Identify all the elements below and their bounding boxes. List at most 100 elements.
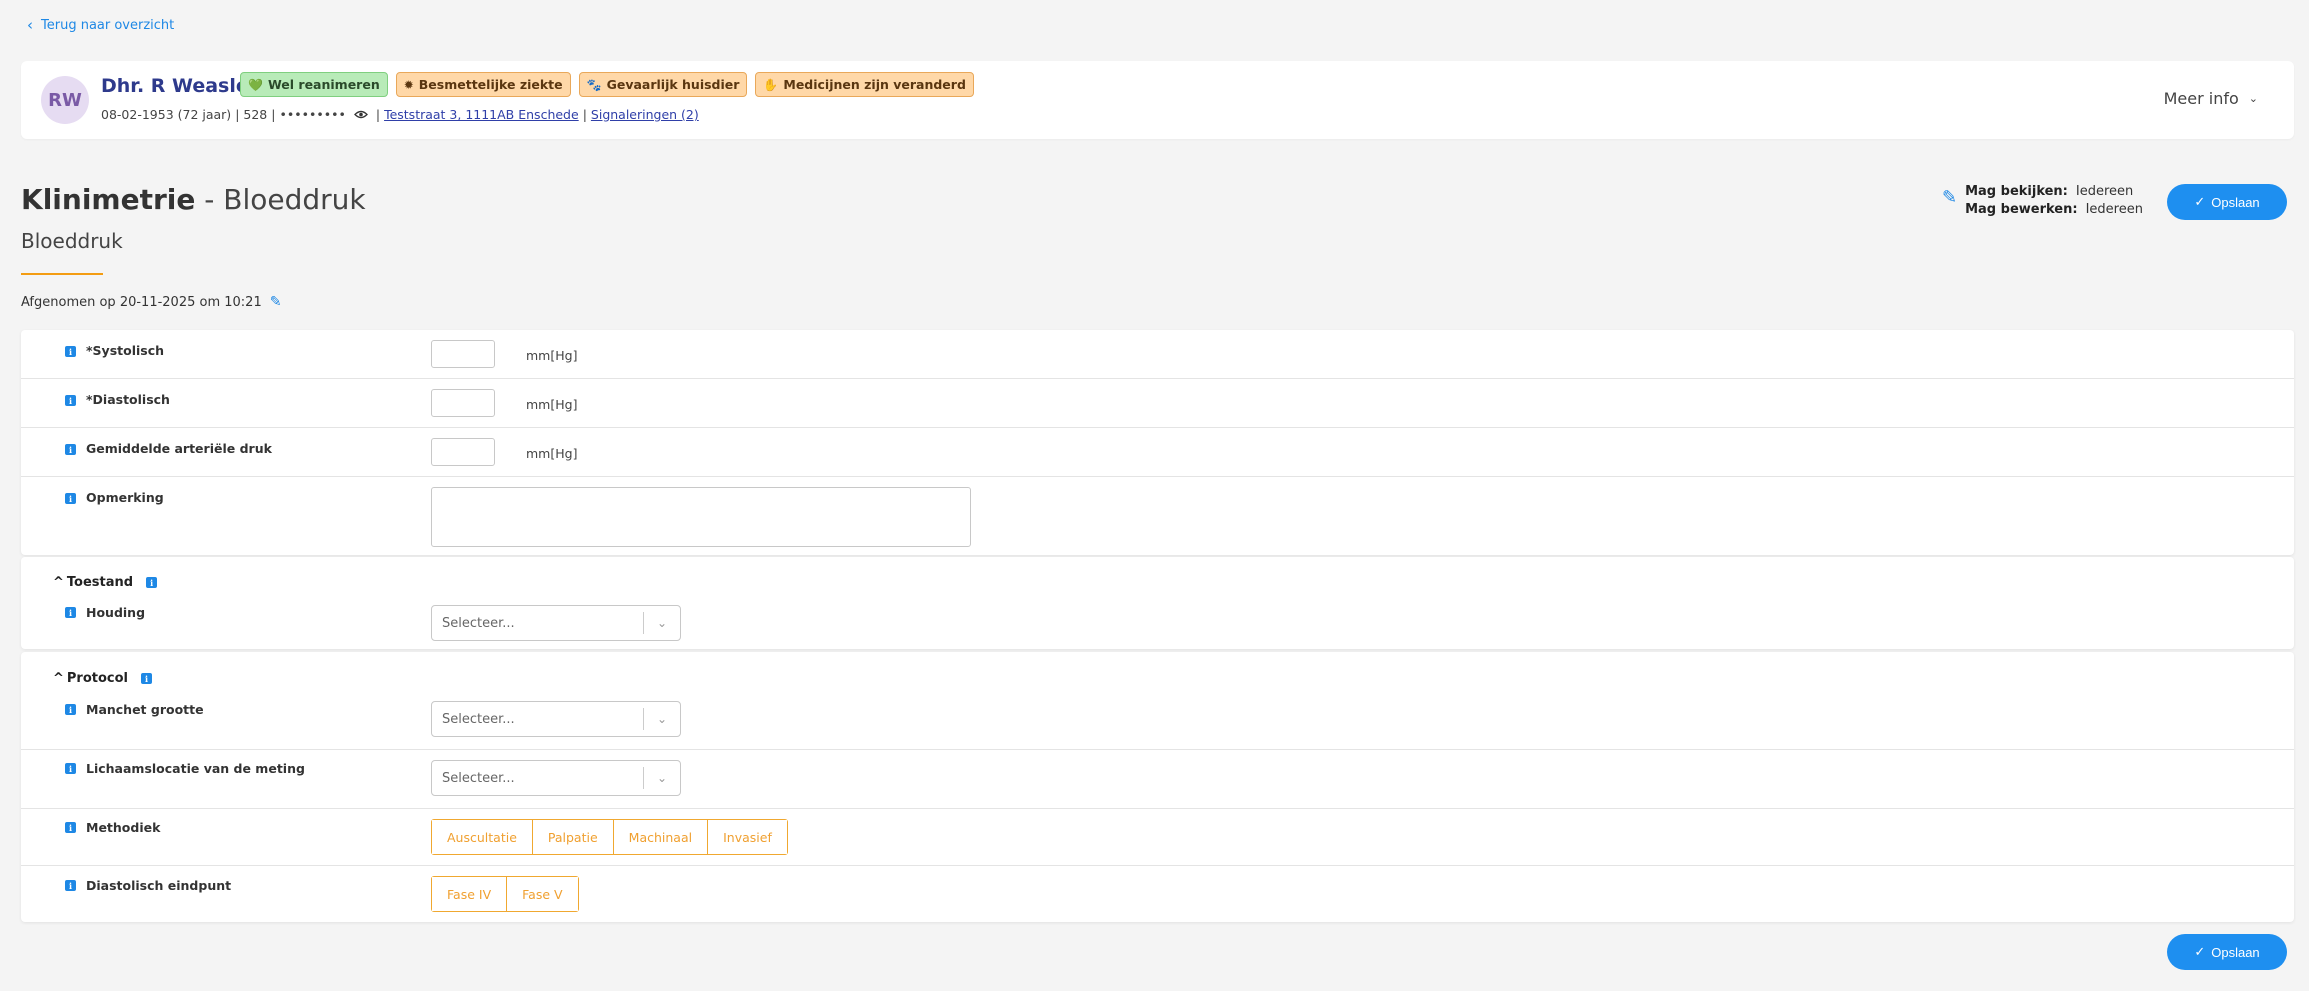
badge-label: Medicijnen zijn veranderd — [783, 77, 966, 92]
info-icon[interactable]: i — [65, 395, 76, 406]
chevron-down-icon: ⌄ — [656, 616, 668, 630]
view-permission: Mag bekijken: Iedereen — [1965, 183, 2143, 201]
taken-on: Afgenomen op 20-11-2025 om 10:21 ✎ — [21, 294, 281, 310]
page-subtitle: Bloeddruk — [21, 229, 123, 253]
chevron-down-icon: ⌄ — [2248, 92, 2258, 105]
diastolic-label: *Diastolisch — [86, 392, 170, 407]
check-icon: ✓ — [2194, 194, 2206, 209]
info-icon[interactable]: i — [65, 493, 76, 504]
badge-label: Besmettelijke ziekte — [418, 77, 563, 92]
badge-label: Wel reanimeren — [267, 77, 380, 92]
remark-textarea[interactable] — [431, 487, 971, 547]
badge-resuscitate[interactable]: 💚 Wel reanimeren — [240, 72, 388, 97]
info-icon[interactable]: i — [65, 763, 76, 774]
endpoint-segmented: Fase IV Fase V — [431, 876, 579, 912]
method-option-invasief[interactable]: Invasief — [708, 820, 787, 854]
method-label: Methodiek — [86, 820, 161, 835]
method-segmented: Auscultatie Palpatie Machinaal Invasief — [431, 819, 788, 855]
more-info-label: Meer info — [2163, 89, 2239, 108]
select-placeholder: Selecteer... — [442, 615, 515, 631]
info-icon[interactable]: i — [65, 444, 76, 455]
patient-id: 528 — [243, 107, 268, 122]
view-value: Iedereen — [2075, 184, 2134, 199]
permissions-text: Mag bekijken: Iedereen Mag bewerken: Ieder… — [1965, 183, 2143, 219]
back-link-label: Terug naar overzicht — [41, 18, 175, 33]
separator: | — [235, 107, 240, 122]
row-map: i Gemiddelde arteriële druk mm[Hg] — [21, 428, 2294, 477]
badge-infectious[interactable]: ✹ Besmettelijke ziekte — [395, 72, 571, 97]
location-select[interactable]: Selecteer... ⌄ — [431, 760, 681, 796]
remark-label: Opmerking — [86, 490, 164, 505]
separator: | — [271, 107, 276, 122]
houding-select[interactable]: Selecteer... ⌄ — [431, 605, 681, 641]
endpoint-label: Diastolisch eindpunt — [86, 878, 232, 893]
location-label: Lichaamslocatie van de meting — [86, 761, 305, 776]
edit-value: Iedereen — [2085, 202, 2143, 217]
title-underline — [21, 273, 103, 275]
taken-on-text: Afgenomen op 20-11-2025 om 10:21 — [21, 294, 262, 310]
method-option-auscultatie[interactable]: Auscultatie — [432, 820, 533, 854]
permissions: ✎ Mag bekijken: Iedereen Mag bewerken: Ied… — [1942, 183, 2143, 219]
separator: | — [375, 107, 381, 122]
systolic-unit: mm[Hg] — [526, 348, 578, 363]
chevron-left-icon: ‹ — [27, 16, 33, 34]
separator: | — [582, 107, 587, 122]
toestand-title: Toestand — [66, 575, 134, 590]
badge-label: Gevaarlijk huisdier — [606, 77, 740, 92]
save-label: Opslaan — [2211, 944, 2260, 960]
info-icon[interactable]: i — [65, 704, 76, 715]
page-title-bold: Klinimetrie — [21, 183, 196, 216]
endpoint-option-fase-iv[interactable]: Fase IV — [432, 877, 508, 911]
diastolic-input[interactable] — [431, 389, 495, 417]
chevron-up-icon: ^ — [53, 575, 64, 590]
select-placeholder: Selecteer... — [442, 711, 515, 727]
patient-dob: 08-02-1953 (72 jaar) — [101, 107, 232, 122]
patient-address-link[interactable]: Teststraat 3, 1111AB Enschede — [384, 107, 579, 122]
map-unit: mm[Hg] — [526, 446, 578, 461]
pencil-icon[interactable]: ✎ — [1942, 187, 1957, 219]
method-option-palpatie[interactable]: Palpatie — [532, 820, 614, 854]
info-icon[interactable]: i — [65, 880, 76, 891]
badge-dangerous-pet[interactable]: 🐾 Gevaarlijk huisdier — [578, 72, 748, 97]
info-icon[interactable]: i — [65, 346, 76, 357]
paw-icon: 🐾 — [586, 77, 602, 92]
cuff-label: Manchet grootte — [86, 702, 204, 717]
check-icon: ✓ — [2194, 944, 2206, 959]
save-label: Opslaan — [2211, 194, 2260, 210]
select-placeholder: Selecteer... — [442, 770, 515, 786]
edit-label: Mag bewerken: — [1965, 202, 2078, 217]
chevron-down-icon: ⌄ — [656, 771, 668, 785]
virus-icon: ✹ — [403, 77, 414, 92]
info-icon[interactable]: i — [65, 607, 76, 618]
more-info-button[interactable]: Meer info ⌄ — [2164, 89, 2258, 108]
back-link[interactable]: ‹ Terug naar overzicht — [27, 16, 175, 34]
patient-header: RW Dhr. R Weasley 💚 Wel reanimeren ✹ Bes… — [21, 61, 2294, 139]
save-button-bottom[interactable]: ✓ Opslaan — [2167, 934, 2287, 970]
method-option-machinaal[interactable]: Machinaal — [613, 820, 709, 854]
toestand-panel: ^ Toestand i i Houding Selecteer... ⌄ — [21, 557, 2294, 649]
toestand-toggle[interactable]: ^ Toestand i — [53, 575, 158, 590]
row-remark: i Opmerking — [21, 477, 2294, 555]
patient-masked-bsn: ••••••••• — [279, 107, 346, 122]
view-label: Mag bekijken: — [1965, 184, 2068, 199]
row-method: i Methodiek Auscultatie Palpatie Machina… — [21, 809, 2294, 866]
eye-icon[interactable] — [353, 110, 368, 119]
row-endpoint: i Diastolisch eindpunt Fase IV Fase V — [21, 866, 2294, 922]
save-button-top[interactable]: ✓ Opslaan — [2167, 184, 2287, 220]
edit-date-icon[interactable]: ✎ — [270, 294, 282, 310]
info-icon[interactable]: i — [146, 577, 158, 588]
endpoint-option-fase-v[interactable]: Fase V — [507, 877, 578, 911]
chevron-down-icon: ⌄ — [656, 712, 668, 726]
heart-icon: 💚 — [248, 77, 263, 92]
edit-permission: Mag bewerken: Iedereen — [1965, 201, 2143, 219]
map-input[interactable] — [431, 438, 495, 466]
signals-link[interactable]: Signaleringen (2) — [591, 107, 699, 122]
row-diastolic: i *Diastolisch mm[Hg] — [21, 379, 2294, 428]
info-icon[interactable]: i — [65, 822, 76, 833]
badge-medication-changed[interactable]: ✋ Medicijnen zijn veranderd — [755, 72, 974, 97]
systolic-input[interactable] — [431, 340, 495, 368]
systolic-label: *Systolisch — [86, 343, 165, 358]
hand-icon: ✋ — [763, 77, 779, 92]
cuff-select[interactable]: Selecteer... ⌄ — [431, 701, 681, 737]
avatar: RW — [41, 76, 89, 124]
